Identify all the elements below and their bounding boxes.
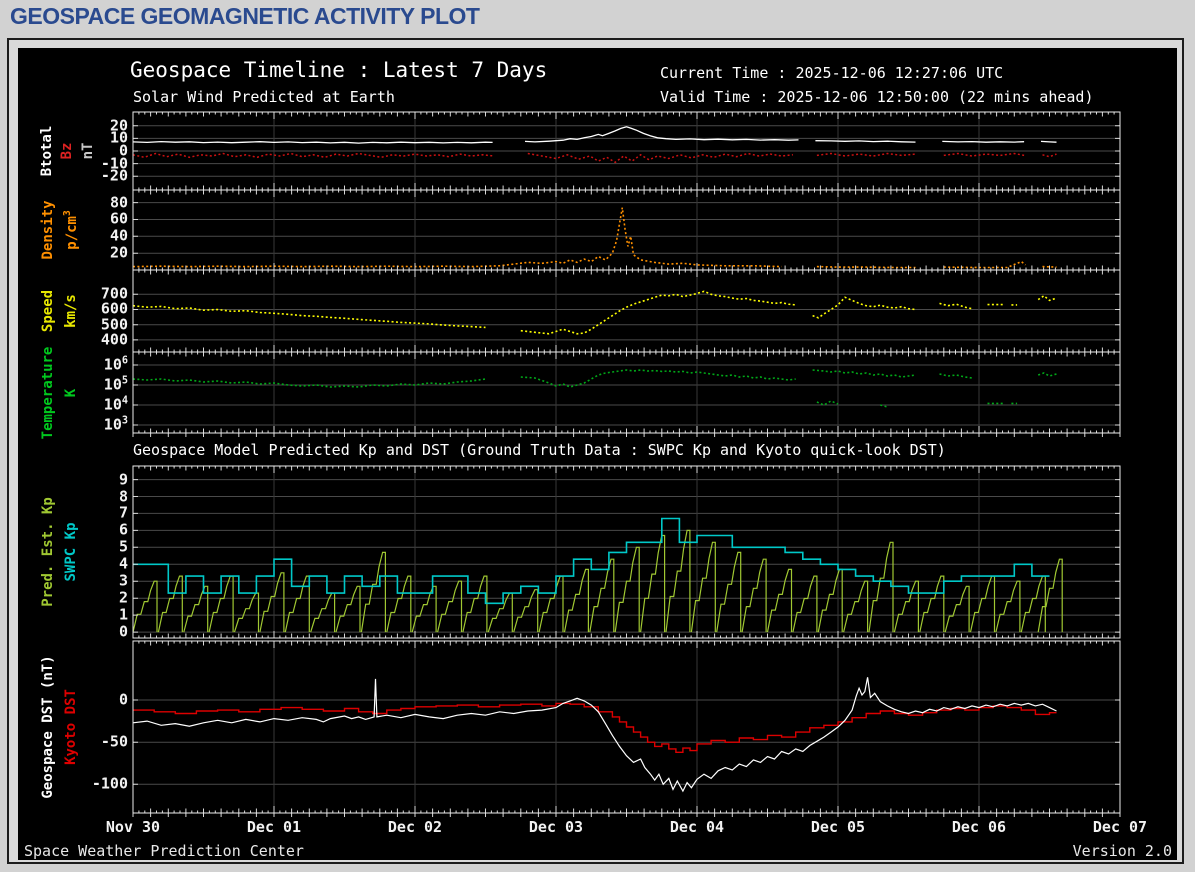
axis-label-temperature-0: Temperature (40, 346, 56, 439)
page-title: GEOSPACE GEOMAGNETIC ACTIVITY PLOT (10, 3, 480, 29)
kp-dst-section-title: Geospace Model Predicted Kp and DST (Gro… (133, 441, 946, 459)
axis-label-dst-0: Geospace DST (nT) (40, 655, 56, 799)
solar-wind-subtitle: Solar Wind Predicted at Earth (133, 88, 395, 106)
geomagnetic-activity-plot-page: GEOSPACE GEOMAGNETIC ACTIVITY PLOT Geosp… (0, 0, 1195, 872)
x-tick-label: Dec 02 (387, 818, 443, 836)
y-tick-label: 1 (118, 605, 128, 624)
axis-label-imf-2: nT (80, 142, 96, 160)
axis-label-temperature-1: K (63, 388, 79, 397)
x-tick-label: Dec 07 (1092, 818, 1148, 836)
axis-label-density-0: Density (40, 200, 56, 260)
footer-source-label: Space Weather Prediction Center (24, 842, 304, 860)
y-tick-label: 0 (118, 622, 128, 641)
x-tick-label: Dec 01 (246, 818, 302, 836)
axis-label-speed-1: km/s (63, 294, 79, 328)
x-tick-label: Dec 06 (951, 818, 1007, 836)
x-tick-label: Dec 03 (528, 818, 584, 836)
axis-label-imf-1: Bz (59, 142, 75, 160)
x-tick-label: Nov 30 (105, 818, 161, 836)
x-tick-label: Dec 04 (669, 818, 725, 836)
axis-label-density-1: p/cm3 (62, 210, 80, 250)
axis-label-speed-0: Speed (40, 289, 56, 333)
current-time-label: Current Time : 2025-12-06 12:27:06 UTC (660, 64, 1004, 82)
axis-label-kp-0: Pred. Est. Kp (40, 497, 56, 607)
axis-label-kp-1: SWPC Kp (63, 522, 79, 582)
x-tick-label: Dec 05 (810, 818, 866, 836)
chart-title: Geospace Timeline : Latest 7 Days (130, 58, 548, 82)
valid-time-label: Valid Time : 2025-12-06 12:50:00 (22 min… (660, 88, 1094, 106)
y-tick-label: 9 (118, 470, 128, 489)
axis-label-imf-0: Btotal (39, 125, 55, 177)
axis-label-dst-1: Kyoto DST (63, 689, 79, 765)
footer-version-label: Version 2.0 (1072, 842, 1172, 860)
